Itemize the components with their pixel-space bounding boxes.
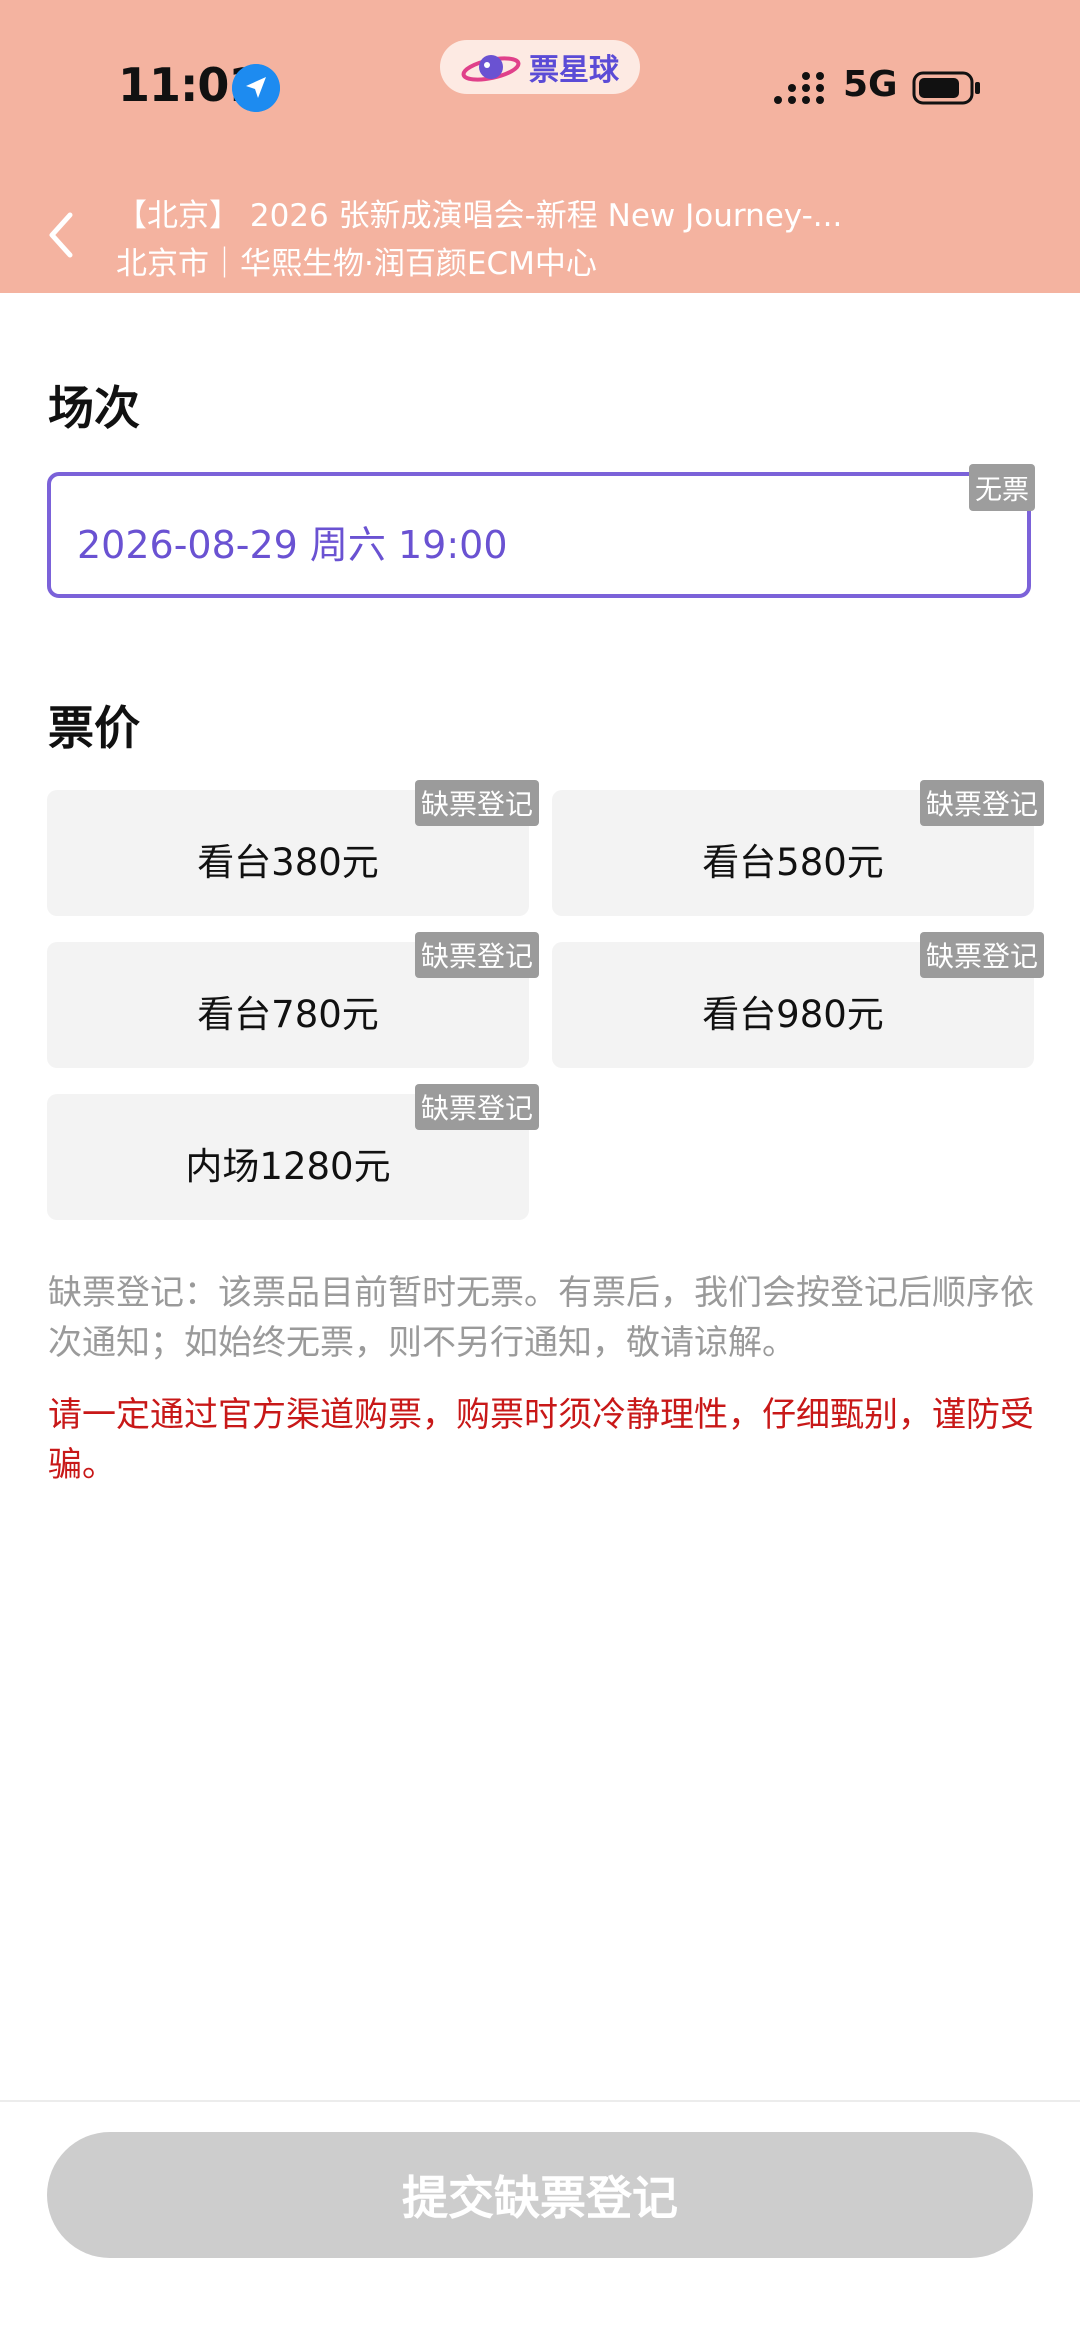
battery-icon	[912, 71, 980, 105]
brand-logo: 票星球	[440, 40, 640, 94]
price-option[interactable]: 内场1280元 缺票登记	[47, 1084, 539, 1220]
fraud-warning-text: 请一定通过官方渠道购票，购票时须冷静理性，仔细甄别，谨防受骗。	[48, 1395, 1034, 1485]
price-option[interactable]: 看台980元 缺票登记	[552, 932, 1044, 1068]
brand-name: 票星球	[529, 53, 619, 88]
price-label: 内场1280元	[185, 1145, 391, 1188]
waitlist-badge: 缺票登记	[414, 932, 539, 978]
location-arrow-icon	[232, 64, 280, 112]
price-option[interactable]: 看台580元 缺票登记	[552, 780, 1044, 916]
waitlist-badge: 缺票登记	[919, 780, 1044, 826]
back-chevron-icon[interactable]	[40, 205, 80, 265]
price-section-title: 票价	[48, 701, 140, 755]
waitlist-info-text: 缺票登记：该票品目前暂时无票。有票后，我们会按登记后顺序依次通知；如始终无票，则…	[48, 1273, 1034, 1363]
planet-icon	[461, 55, 521, 82]
price-label: 看台980元	[702, 993, 884, 1036]
submit-waitlist-button[interactable]: 提交缺票登记	[47, 2132, 1033, 2258]
divider	[0, 2100, 1080, 2102]
price-label: 看台380元	[197, 841, 379, 884]
waitlist-badge: 缺票登记	[414, 1084, 539, 1130]
waitlist-badge: 缺票登记	[414, 780, 539, 826]
price-option[interactable]: 看台780元 缺票登记	[47, 932, 539, 1068]
event-title: 【北京】 2026 张新成演唱会-新程 New Journey-...	[116, 198, 843, 234]
session-datetime: 2026-08-29 周六 19:00	[77, 523, 508, 567]
price-option[interactable]: 看台380元 缺票登记	[47, 780, 539, 916]
sold-out-badge: 无票	[969, 464, 1035, 511]
session-section-title: 场次	[48, 381, 140, 435]
signal-icon	[774, 72, 824, 104]
waitlist-badge: 缺票登记	[919, 932, 1044, 978]
event-venue: 北京市｜华熙生物·润百颜ECM中心	[116, 246, 597, 282]
header: 11:01 票星球 5G 【北京】 2026 张新成演唱会-新程 New Jou…	[0, 0, 1080, 293]
price-label: 看台780元	[197, 993, 379, 1036]
network-label: 5G	[843, 64, 898, 105]
price-label: 看台580元	[702, 841, 884, 884]
session-option-selected[interactable]: 2026-08-29 周六 19:00 无票	[47, 464, 1035, 598]
